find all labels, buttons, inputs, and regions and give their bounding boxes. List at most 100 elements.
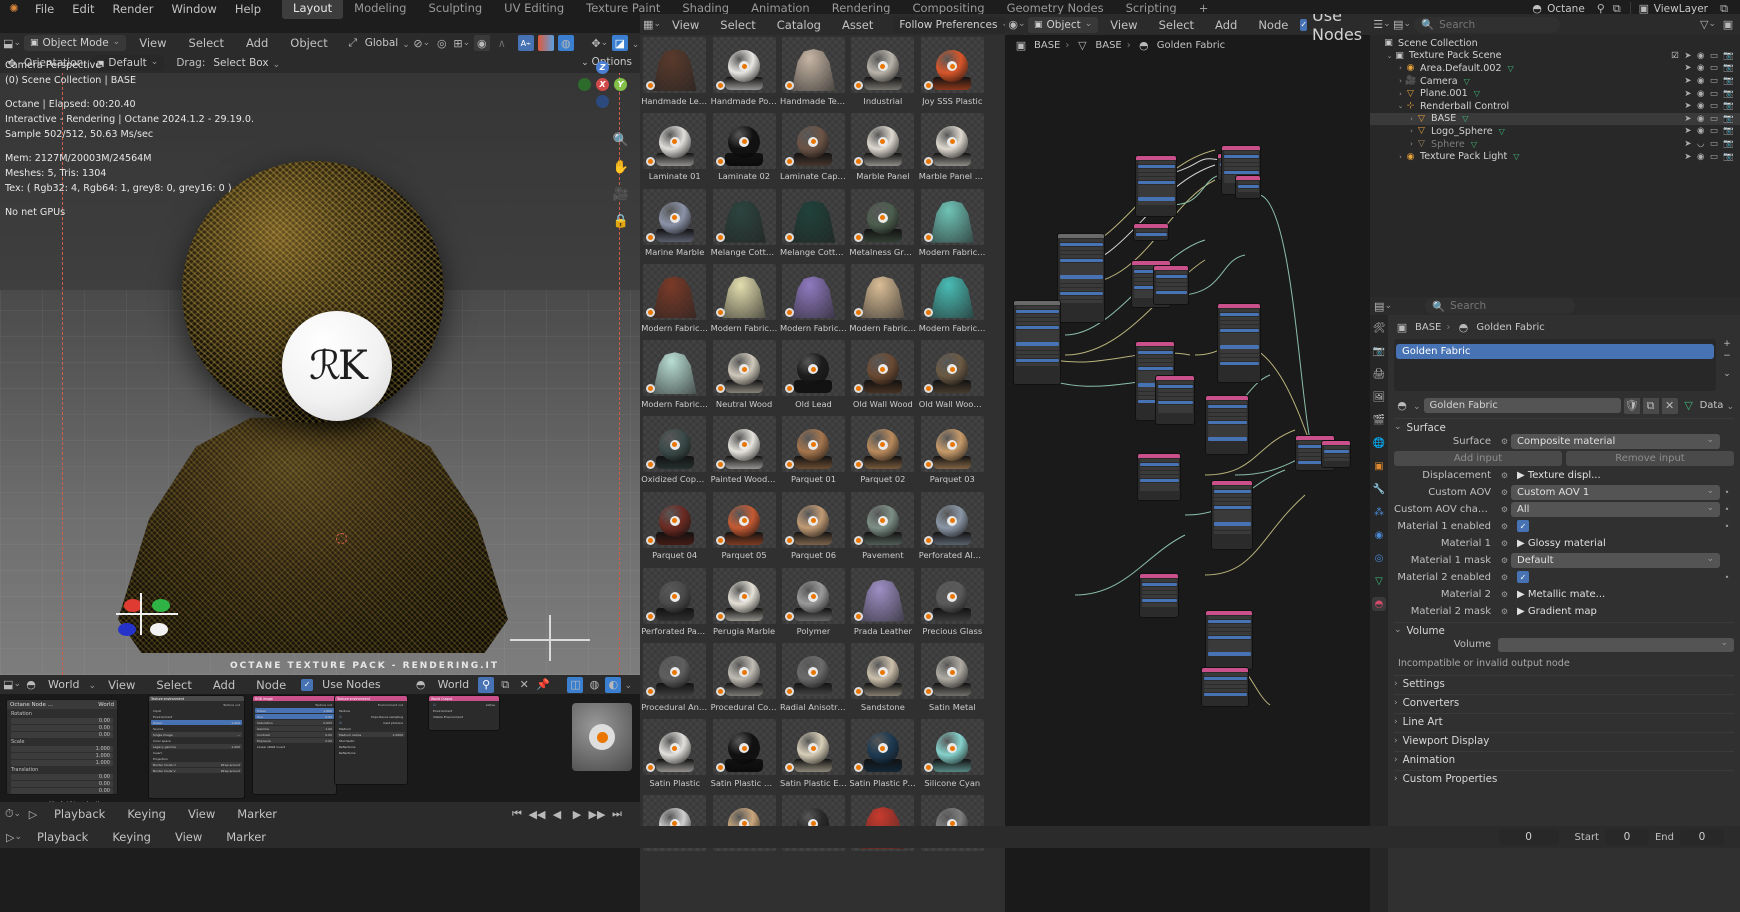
asset-item[interactable]: Satin Plastic Petrol (848, 717, 917, 793)
asset-grid[interactable]: Handmade LeatherHandmade PorcelainHandma… (640, 35, 1005, 912)
disable-viewport-icon[interactable]: ▭ (1710, 126, 1718, 136)
property-row[interactable]: Surface ⚙ Composite material (1394, 434, 1734, 449)
transform-orientation[interactable]: Global (365, 37, 399, 49)
animate-icon[interactable]: • (1720, 505, 1734, 514)
asset-item[interactable]: Laminate 01 (640, 111, 709, 187)
outliner-row-controls[interactable]: ➤ ◉ ▭ 📷 (1684, 63, 1734, 73)
node-menu-select[interactable]: Select (1150, 15, 1203, 35)
start-frame-field[interactable]: 0 (1604, 829, 1649, 845)
asset-item[interactable]: Precious Glass (918, 566, 987, 642)
asset-item[interactable]: Parquet 03 (918, 414, 987, 490)
remove-slot-icon[interactable]: − (1723, 351, 1731, 361)
play-forward-icon[interactable]: ▶ (569, 806, 585, 822)
disable-viewport-icon[interactable]: ▭ (1710, 51, 1718, 61)
property-dropdown[interactable]: Composite material (1511, 434, 1720, 449)
selectable-icon[interactable]: ➤ (1684, 76, 1691, 86)
graph-node[interactable] (1235, 175, 1261, 199)
twisty-icon[interactable]: › (1396, 64, 1405, 72)
display-mode-icon[interactable]: ▤ (1393, 17, 1410, 33)
overlay-toggle-icon[interactable]: ◍ (557, 35, 574, 51)
particles-icon[interactable]: ⁂ (1372, 505, 1386, 519)
close-icon[interactable]: ✕ (516, 677, 532, 693)
asset-item[interactable]: Painted Wood 01 (709, 414, 778, 490)
scene-name[interactable]: Octane (1545, 3, 1593, 15)
hide-icon[interactable]: ◉ (1697, 126, 1704, 136)
disable-viewport-icon[interactable]: ▭ (1710, 101, 1718, 111)
socket-icon[interactable]: ⚙ (1498, 573, 1511, 582)
collapsed-section[interactable]: › Converters (1394, 693, 1734, 710)
socket-icon[interactable]: ⚙ (1498, 488, 1511, 497)
timeline-menu-view[interactable]: View (179, 804, 224, 824)
outliner[interactable]: ☰ ▤ 🔍 Search ▽ ▣ ▣Scene Collection⌄▣Text… (1370, 14, 1740, 297)
viewport-menu-select[interactable]: Select (180, 33, 233, 53)
octane-row[interactable]: 1.000 (11, 760, 113, 766)
disable-render-icon[interactable]: 📷 (1723, 126, 1734, 136)
asset-item[interactable]: Oxidized Copper (640, 414, 709, 490)
hide-icon[interactable]: ◉ (1697, 51, 1704, 61)
object-icon[interactable]: ▣ (1372, 459, 1386, 473)
remove-input-button[interactable]: Remove input (1566, 451, 1734, 466)
property-row[interactable]: Displacement ⚙ ▶ Texture displ... (1394, 468, 1734, 483)
twisty-icon[interactable]: › (1407, 127, 1416, 135)
asset-item[interactable]: Marble Panel Tinted (918, 111, 987, 187)
asset-item[interactable]: Modern Fabric 01 (918, 187, 987, 263)
unlink-icon[interactable]: ✕ (1661, 397, 1678, 414)
outliner-row[interactable]: › ▽ Sphere ▽ ➤ ◡ ▭ 📷 (1370, 138, 1740, 151)
checkbox-icon[interactable]: ☑ (1671, 51, 1679, 61)
shader-menu-node[interactable]: Node (247, 675, 295, 695)
disable-viewport-icon[interactable]: ▭ (1710, 63, 1718, 73)
outliner-row[interactable]: › ▽ BASE ▽ ➤ ◉ ▭ 📷 (1370, 112, 1740, 126)
asset-item[interactable]: Modern Fabric 04 (779, 262, 848, 338)
hide-icon[interactable]: ◉ (1697, 63, 1704, 73)
breadcrumb-object[interactable]: BASE (1034, 40, 1060, 51)
octane-row[interactable]: 0.00 (11, 781, 113, 787)
play-icon[interactable]: ▷ (25, 806, 41, 822)
tab-modeling[interactable]: Modeling (343, 0, 417, 19)
xray-icon[interactable]: ◪ (611, 35, 628, 51)
twisty-icon[interactable]: › (1407, 140, 1416, 148)
property-row[interactable]: Add input Remove input (1394, 451, 1734, 466)
falloff-icon[interactable]: ∧ (494, 35, 510, 51)
twisty-icon[interactable]: › (1407, 115, 1416, 123)
asset-item[interactable]: Parquet 01 (779, 414, 848, 490)
viewport-3d[interactable]: ℛK OCTANE TEXTURE PACK - RENDERING.IT ⬓ … (0, 33, 640, 675)
collapsed-section[interactable]: › Settings (1394, 674, 1734, 691)
lock-icon[interactable]: 🔒 (612, 212, 630, 230)
playback-icon[interactable]: ▷ (6, 829, 22, 845)
graph-node[interactable] (1133, 223, 1169, 241)
node-menu-view[interactable]: View (1101, 15, 1146, 35)
asset-item[interactable]: Melange Cotton C... (709, 187, 778, 263)
properties-rows[interactable]: Surface⚙Composite material Add inputRemov… (1394, 434, 1734, 619)
add-slot-icon[interactable]: + (1723, 339, 1731, 349)
selectable-icon[interactable]: ➤ (1684, 114, 1691, 124)
asset-item[interactable]: Silicone Cyan (918, 717, 987, 793)
section-surface[interactable]: Surface (1394, 418, 1734, 434)
shader-menu-select[interactable]: Select (147, 675, 200, 695)
property-dropdown[interactable]: All (1511, 502, 1720, 517)
node-texture-environment-2[interactable]: Texture environment Environment out Text… (334, 695, 408, 785)
graph-node[interactable] (1211, 480, 1253, 550)
hide-icon[interactable]: ◉ (1697, 152, 1704, 162)
render-icon[interactable]: 📷 (1372, 344, 1386, 358)
shading-toggle-icon[interactable]: ◐ (605, 676, 622, 693)
property-row[interactable]: Material 1 enabled ⚙ ✓ • (1394, 519, 1734, 534)
asset-item[interactable]: Old Wall Wood (848, 338, 917, 414)
timeline-menu-marker[interactable]: Marker (228, 804, 286, 824)
disable-render-icon[interactable]: 📷 (1723, 101, 1734, 111)
asset-item[interactable]: Modern Fabric 07 (640, 338, 709, 414)
next-keyframe-icon[interactable]: ▶▶ (589, 806, 606, 822)
asset-item[interactable]: Sandstone (848, 641, 917, 717)
tab-layout[interactable]: Layout (282, 0, 344, 19)
menu-help[interactable]: Help (226, 0, 270, 19)
checkbox[interactable]: ✓ (1517, 571, 1529, 584)
viewport-menu-object[interactable]: Object (281, 33, 336, 53)
outliner-row-controls[interactable]: ➤ ◡ ▭ 📷 (1684, 139, 1734, 149)
snap-magnet-icon[interactable]: ⊘ (413, 35, 430, 51)
asset-menu-select[interactable]: Select (711, 15, 764, 35)
editor-type-icon[interactable]: ⬓ (3, 677, 20, 693)
asset-item[interactable]: Parquet 05 (709, 490, 778, 566)
timeline-menu-keying[interactable]: Keying (118, 804, 175, 824)
editor-type-icon[interactable]: ▤ (1374, 298, 1391, 314)
material-icon[interactable]: ◓ (1372, 597, 1386, 611)
end-frame-field[interactable]: 0 (1680, 829, 1724, 845)
